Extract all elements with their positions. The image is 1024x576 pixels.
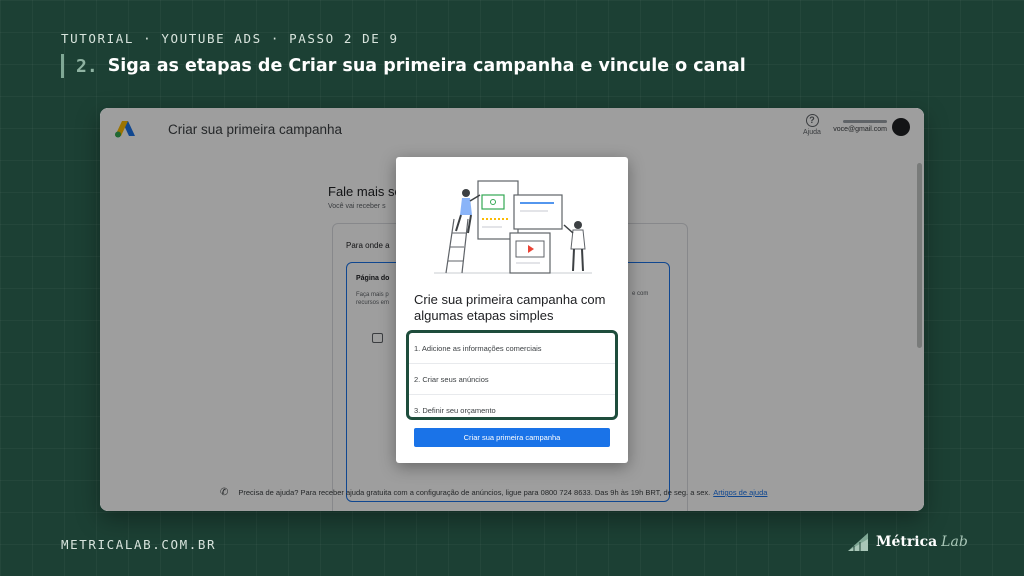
- welcome-dialog: Crie sua primeira campanha com algumas e…: [396, 157, 628, 463]
- brand-accent: Lab: [941, 534, 968, 550]
- metrica-lab-logo: Métrica Lab: [846, 530, 968, 554]
- step-number: 2.: [76, 55, 98, 77]
- list-item: 2. Criar seus anúncios: [409, 364, 615, 395]
- list-item: 3. Definir seu orçamento: [414, 406, 496, 415]
- create-first-campaign-button[interactable]: Criar sua primeira campanha: [414, 428, 610, 447]
- screenshot-frame: Criar sua primeira campanha ? Ajuda voce…: [100, 108, 924, 511]
- steps-list-highlighted: 1. Adicione as informações comerciais 2.…: [406, 330, 618, 420]
- headline-accent-bar: [61, 54, 64, 78]
- slide-headline: 2. Siga as etapas de Criar sua primeira …: [61, 53, 746, 79]
- tutorial-eyebrow: TUTORIAL · YOUTUBE ADS · PASSO 2 DE 9: [61, 31, 399, 46]
- campaign-illustration: [434, 180, 592, 274]
- dialog-title: Crie sua primeira campanha com algumas e…: [414, 292, 606, 323]
- website-url: METRICALAB.COM.BR: [61, 537, 217, 552]
- list-item: 1. Adicione as informações comerciais: [409, 333, 615, 364]
- headline-text: Siga as etapas de Criar sua primeira cam…: [107, 56, 746, 76]
- brand-name: Métrica: [876, 534, 938, 550]
- metrica-lab-mark-icon: [848, 533, 868, 551]
- google-ads-app: Criar sua primeira campanha ? Ajuda voce…: [100, 108, 924, 511]
